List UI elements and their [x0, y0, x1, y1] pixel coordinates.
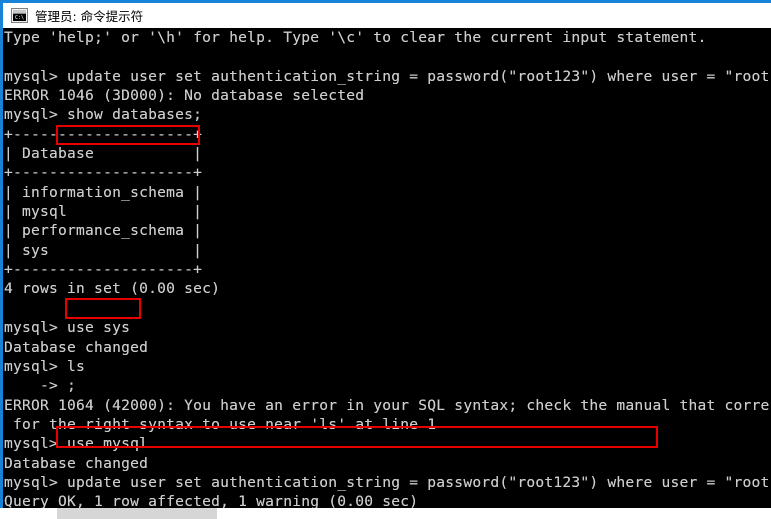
- terminal-output-area[interactable]: Type 'help;' or '\h' for help. Type '\c'…: [3, 28, 771, 508]
- desktop-background: C:\ 管理员: 命令提示符 Type 'help;' or '\h' for …: [0, 0, 771, 519]
- command-prompt-window[interactable]: C:\ 管理员: 命令提示符 Type 'help;' or '\h' for …: [0, 0, 771, 508]
- window-title-bar[interactable]: C:\ 管理员: 命令提示符: [3, 3, 771, 28]
- cmd-icon-screen: C:\: [13, 14, 26, 21]
- terminal-text: Type 'help;' or '\h' for help. Type '\c'…: [4, 29, 771, 508]
- window-title-text: 管理员: 命令提示符: [35, 9, 144, 24]
- cmd-console-icon: C:\: [11, 8, 28, 23]
- taskbar-item[interactable]: [57, 508, 217, 519]
